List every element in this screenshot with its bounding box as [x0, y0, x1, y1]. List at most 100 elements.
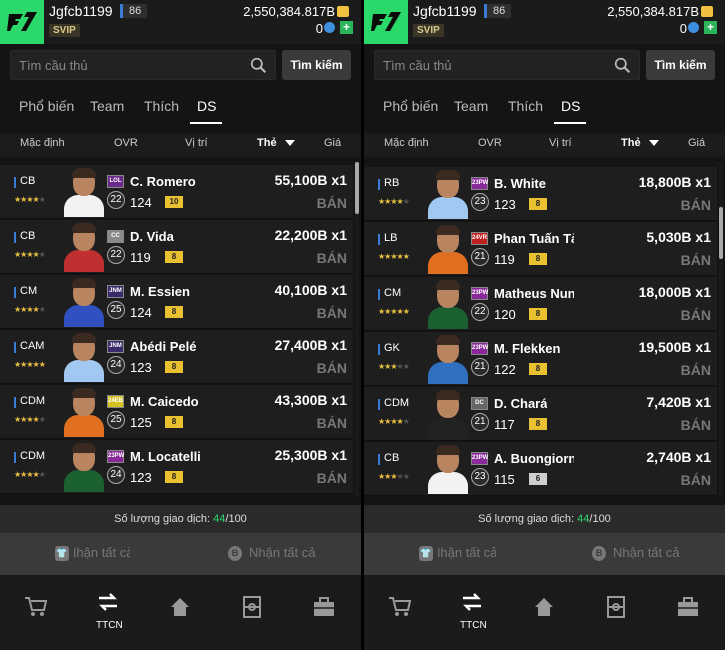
- sell-button[interactable]: BÁN: [681, 197, 711, 213]
- season-badge: LOL: [107, 175, 124, 188]
- search-input[interactable]: Tìm cầu thủ: [374, 50, 640, 80]
- list-item[interactable]: CDM ★★★★★ 23PW 24 M. Locatelli 123 8 25,…: [0, 440, 353, 494]
- scrollbar-thumb[interactable]: [719, 207, 723, 259]
- list-item[interactable]: CB ★★★★★ CC 22 D. Vida 119 8 22,200B x1 …: [0, 220, 353, 274]
- sell-button[interactable]: BÁN: [681, 362, 711, 378]
- squad-icon[interactable]: [604, 595, 628, 619]
- season-badge: DC: [471, 397, 488, 410]
- player-avatar: [62, 442, 106, 492]
- sell-button[interactable]: BÁN: [317, 415, 347, 431]
- claim-all-players-button[interactable]: Nhận tất cả: [438, 545, 496, 560]
- list-item[interactable]: CB ★★★★★ 23PW 23 A. Buongiorno 115 6 2,7…: [364, 442, 717, 496]
- add-currency-button[interactable]: +: [340, 21, 353, 34]
- claim-all-bp-button[interactable]: Nhận tất cả: [249, 545, 316, 560]
- list-item[interactable]: CDM ★★★★★ DC 21 D. Chará 117 8 7,420B x1…: [364, 387, 717, 441]
- trade-count-total: /100: [225, 513, 247, 525]
- list-item[interactable]: CM ★★★★★ JNM 25 M. Essien 124 8 40,100B …: [0, 275, 353, 329]
- player-ovr: 119: [130, 250, 151, 265]
- sort-column-4[interactable]: Giá: [324, 137, 341, 149]
- skill-stars: ★★★★★: [378, 417, 410, 426]
- search-button[interactable]: Tìm kiếm: [646, 50, 715, 80]
- list-item[interactable]: CAM ★★★★★ JNM 24 Abédi Pelé 123 8 27,400…: [0, 330, 353, 384]
- sell-button[interactable]: BÁN: [681, 252, 711, 268]
- tab-1[interactable]: Team: [454, 98, 488, 114]
- sort-column-3[interactable]: Thẻ: [257, 137, 295, 149]
- sort-column-0[interactable]: Mặc định: [384, 137, 429, 149]
- scrollbar[interactable]: [355, 162, 359, 497]
- sort-column-0[interactable]: Mặc định: [20, 137, 65, 149]
- cart-icon[interactable]: [24, 595, 48, 619]
- list-item[interactable]: RB ★★★★★ 23PW 23 B. White 123 8 18,800B …: [364, 167, 717, 221]
- tab-1[interactable]: Team: [90, 98, 124, 114]
- upgrade-level: 8: [165, 361, 183, 373]
- ovr-circle: 22: [471, 303, 489, 321]
- sell-button[interactable]: BÁN: [681, 417, 711, 433]
- player-price: 5,030B x1: [646, 229, 711, 245]
- tab-0[interactable]: Phổ biến: [19, 98, 74, 114]
- sell-button[interactable]: BÁN: [317, 195, 347, 211]
- add-currency-button[interactable]: +: [704, 21, 717, 34]
- list-item[interactable]: CB ★★★★★ LOL 22 C. Romero 124 10 55,100B…: [0, 165, 353, 219]
- player-ovr: 123: [130, 360, 152, 375]
- sort-column-2[interactable]: Vị trí: [549, 137, 572, 149]
- sell-button[interactable]: BÁN: [317, 250, 347, 266]
- game-logo: [364, 0, 408, 44]
- player-position: CDM: [384, 397, 410, 409]
- list-item[interactable]: LB ★★★★★ 24VR 21 Phan Tuấn Tài 119 8 5,0…: [364, 222, 717, 276]
- sort-columns: Mặc định OVR Vị trí Thẻ Giá: [0, 133, 361, 157]
- sell-button[interactable]: BÁN: [317, 470, 347, 486]
- sort-column-2[interactable]: Vị trí: [185, 137, 208, 149]
- sort-desc-icon: [284, 140, 295, 147]
- sell-button[interactable]: BÁN: [317, 305, 347, 321]
- ovr-circle: 23: [471, 468, 489, 486]
- tab-2[interactable]: Thích: [144, 98, 179, 114]
- ovr-circle: 21: [471, 248, 489, 266]
- player-avatar: [62, 222, 106, 272]
- search-input[interactable]: Tìm cầu thủ: [10, 50, 276, 80]
- claim-all-players-button[interactable]: Nhận tất cả: [74, 545, 130, 560]
- coin-balance: 2,550,384.817B: [607, 4, 699, 19]
- transfer-icon[interactable]: [96, 591, 120, 615]
- claim-all-bp-button[interactable]: Nhận tất cả: [613, 545, 680, 560]
- sell-button[interactable]: BÁN: [317, 360, 347, 376]
- inventory-icon[interactable]: [676, 595, 700, 619]
- player-position: RB: [384, 177, 400, 189]
- cart-icon[interactable]: [388, 595, 412, 619]
- sell-button[interactable]: BÁN: [681, 472, 711, 488]
- bp-balance: 0: [679, 21, 687, 36]
- sort-column-1[interactable]: OVR: [478, 137, 502, 149]
- player-ovr: 124: [130, 305, 152, 320]
- bp-icon: [324, 22, 335, 33]
- ovr-circle: 21: [471, 413, 489, 431]
- market-panel-right: Jgfcb1199 86 SVIP 2,550,384.817B 0 + Tìm…: [364, 0, 725, 650]
- tab-3[interactable]: DS: [561, 98, 580, 114]
- scrollbar-thumb[interactable]: [355, 162, 359, 214]
- sell-button[interactable]: BÁN: [681, 307, 711, 323]
- transfer-icon[interactable]: [460, 591, 484, 615]
- player-price: 2,740B x1: [646, 449, 711, 465]
- player-name: C. Romero: [130, 174, 196, 189]
- tab-0[interactable]: Phổ biến: [383, 98, 438, 114]
- username: Jgfcb1199: [413, 3, 477, 19]
- sort-column-1[interactable]: OVR: [114, 137, 138, 149]
- player-name: D. Vida: [130, 229, 174, 244]
- season-badge: 23PW: [471, 342, 488, 355]
- skill-stars: ★★★★★: [14, 305, 46, 314]
- home-icon[interactable]: [168, 595, 192, 619]
- bp-balance: 0: [315, 21, 323, 36]
- list-item[interactable]: CM ★★★★★ 23PW 22 Matheus Nunes 120 8 18,…: [364, 277, 717, 331]
- coin-balance: 2,550,384.817B: [243, 4, 335, 19]
- squad-icon[interactable]: [240, 595, 264, 619]
- home-icon[interactable]: [532, 595, 556, 619]
- inventory-icon[interactable]: [312, 595, 336, 619]
- sort-column-4[interactable]: Giá: [688, 137, 705, 149]
- sort-column-3[interactable]: Thẻ: [621, 137, 659, 149]
- tab-3[interactable]: DS: [197, 98, 216, 114]
- search-button[interactable]: Tìm kiếm: [282, 50, 351, 80]
- sort-column-label: Vị trí: [185, 137, 208, 149]
- list-item[interactable]: CDM ★★★★★ 24EB 25 M. Caicedo 125 8 43,30…: [0, 385, 353, 439]
- scrollbar[interactable]: [719, 162, 723, 497]
- list-item[interactable]: GK ★★★★★ 23PW 21 M. Flekken 122 8 19,500…: [364, 332, 717, 386]
- tab-2[interactable]: Thích: [508, 98, 543, 114]
- player-position: CAM: [20, 340, 45, 352]
